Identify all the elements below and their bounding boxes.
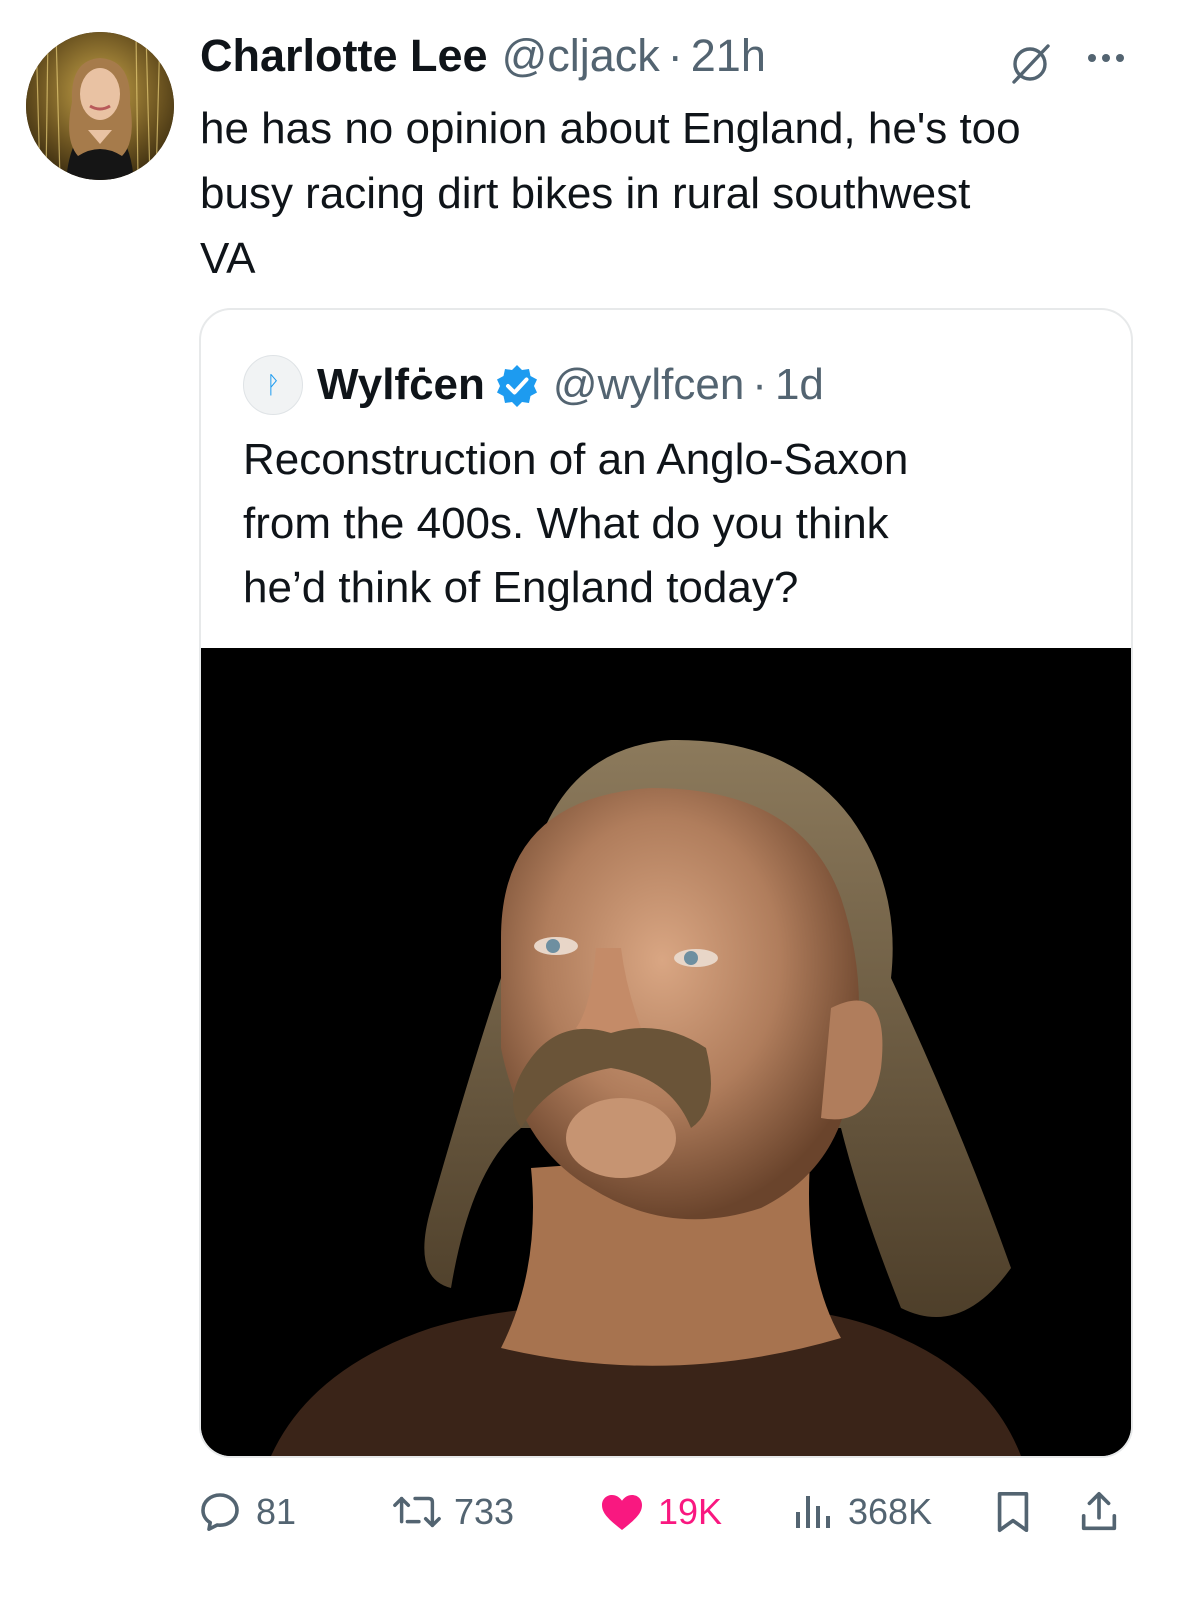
views-icon (796, 1496, 830, 1528)
author-name[interactable]: Charlotte Lee (200, 30, 488, 82)
quoted-tweet-time[interactable]: 1d (775, 360, 824, 410)
views-count: 368K (848, 1491, 933, 1532)
bookmark-button[interactable] (990, 1482, 1048, 1542)
verified-badge-icon (496, 365, 537, 407)
quoted-author-handle[interactable]: @wylfcen (553, 360, 744, 410)
author-handle[interactable]: @cljack (502, 30, 660, 82)
tweet-text-line: VA (200, 234, 256, 283)
like-button[interactable]: 19K (598, 1482, 722, 1542)
reply-icon (201, 1493, 239, 1531)
author-avatar-image (26, 32, 174, 180)
more-icon[interactable] (1084, 46, 1128, 70)
reply-count: 81 (256, 1491, 297, 1532)
quoted-tweet-text: Reconstruction of an Anglo-Saxon from th… (243, 428, 1103, 620)
tweet-text: he has no opinion about England, he's to… (200, 96, 1160, 291)
share-button[interactable] (1076, 1482, 1134, 1542)
heart-icon (602, 1495, 642, 1530)
reconstruction-bust-image (201, 648, 1131, 1456)
quoted-text-line: from the 400s. What do you think (243, 499, 889, 548)
reply-button[interactable]: 81 (196, 1482, 296, 1542)
share-icon (1081, 1491, 1117, 1531)
grok-icon[interactable] (1006, 40, 1054, 88)
retweet-icon (393, 1496, 441, 1528)
author-avatar[interactable] (26, 32, 174, 180)
tweet-text-line: he has no opinion about England, he's to… (200, 104, 1021, 153)
quoted-author-avatar[interactable]: ᚹ (243, 355, 303, 415)
separator-dot: · (667, 30, 683, 81)
tweet-text-line: busy racing dirt bikes in rural southwes… (200, 169, 971, 218)
quoted-author-name[interactable]: Wylfċen (317, 360, 485, 410)
like-count: 19K (658, 1491, 723, 1532)
tweet-header: Charlotte Lee @cljack · 21h (200, 30, 766, 90)
bookmark-icon (997, 1491, 1029, 1533)
quoted-text-line: he’d think of England today? (243, 563, 799, 612)
views-button[interactable]: 368K (792, 1482, 932, 1542)
tweet-time[interactable]: 21h (691, 30, 766, 82)
separator-dot: · (752, 360, 767, 409)
quoted-tweet[interactable]: ᚹ Wylfċen @wylfcen · 1d Reconstruction o… (199, 308, 1133, 1458)
quoted-tweet-photo[interactable] (201, 648, 1131, 1456)
retweet-button[interactable]: 733 (392, 1482, 514, 1542)
quoted-tweet-header: ᚹ Wylfċen @wylfcen · 1d (243, 350, 824, 420)
tweet-action-bar: 81 733 19K 368K (196, 1482, 1136, 1542)
retweet-count: 733 (454, 1491, 515, 1532)
quoted-text-line: Reconstruction of an Anglo-Saxon (243, 435, 909, 484)
